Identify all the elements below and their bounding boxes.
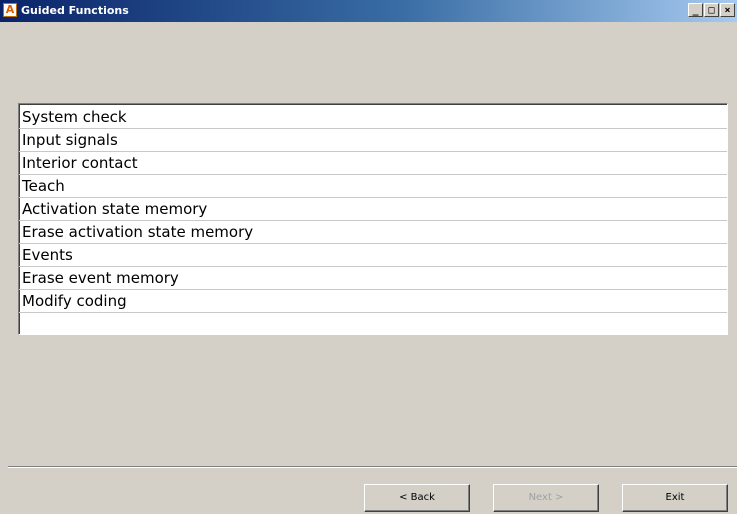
list-item-interior-contact[interactable]: Interior contact — [19, 152, 727, 175]
next-button[interactable]: Next > — [493, 484, 599, 512]
guided-functions-list[interactable]: System check Input signals Interior cont… — [18, 103, 728, 335]
list-item-activation-state-memory[interactable]: Activation state memory — [19, 198, 727, 221]
exit-button[interactable]: Exit — [622, 484, 728, 512]
app-icon: A — [3, 3, 17, 17]
back-button[interactable]: < Back — [364, 484, 470, 512]
list-item-erase-activation-state-memory[interactable]: Erase activation state memory — [19, 221, 727, 244]
list-item-erase-event-memory[interactable]: Erase event memory — [19, 267, 727, 290]
window-controls: _ □ × — [687, 3, 735, 19]
window-title: Guided Functions — [21, 4, 129, 17]
close-button[interactable]: × — [720, 3, 735, 17]
footer-divider — [8, 466, 737, 468]
list-item-system-check[interactable]: System check — [19, 106, 727, 129]
list-item-events[interactable]: Events — [19, 244, 727, 267]
list-item-input-signals[interactable]: Input signals — [19, 129, 727, 152]
title-bar[interactable]: A Guided Functions _ □ × — [0, 0, 737, 22]
list-item-teach[interactable]: Teach — [19, 175, 727, 198]
maximize-button[interactable]: □ — [704, 3, 719, 17]
list-item-modify-coding[interactable]: Modify coding — [19, 290, 727, 313]
minimize-button[interactable]: _ — [688, 3, 703, 17]
